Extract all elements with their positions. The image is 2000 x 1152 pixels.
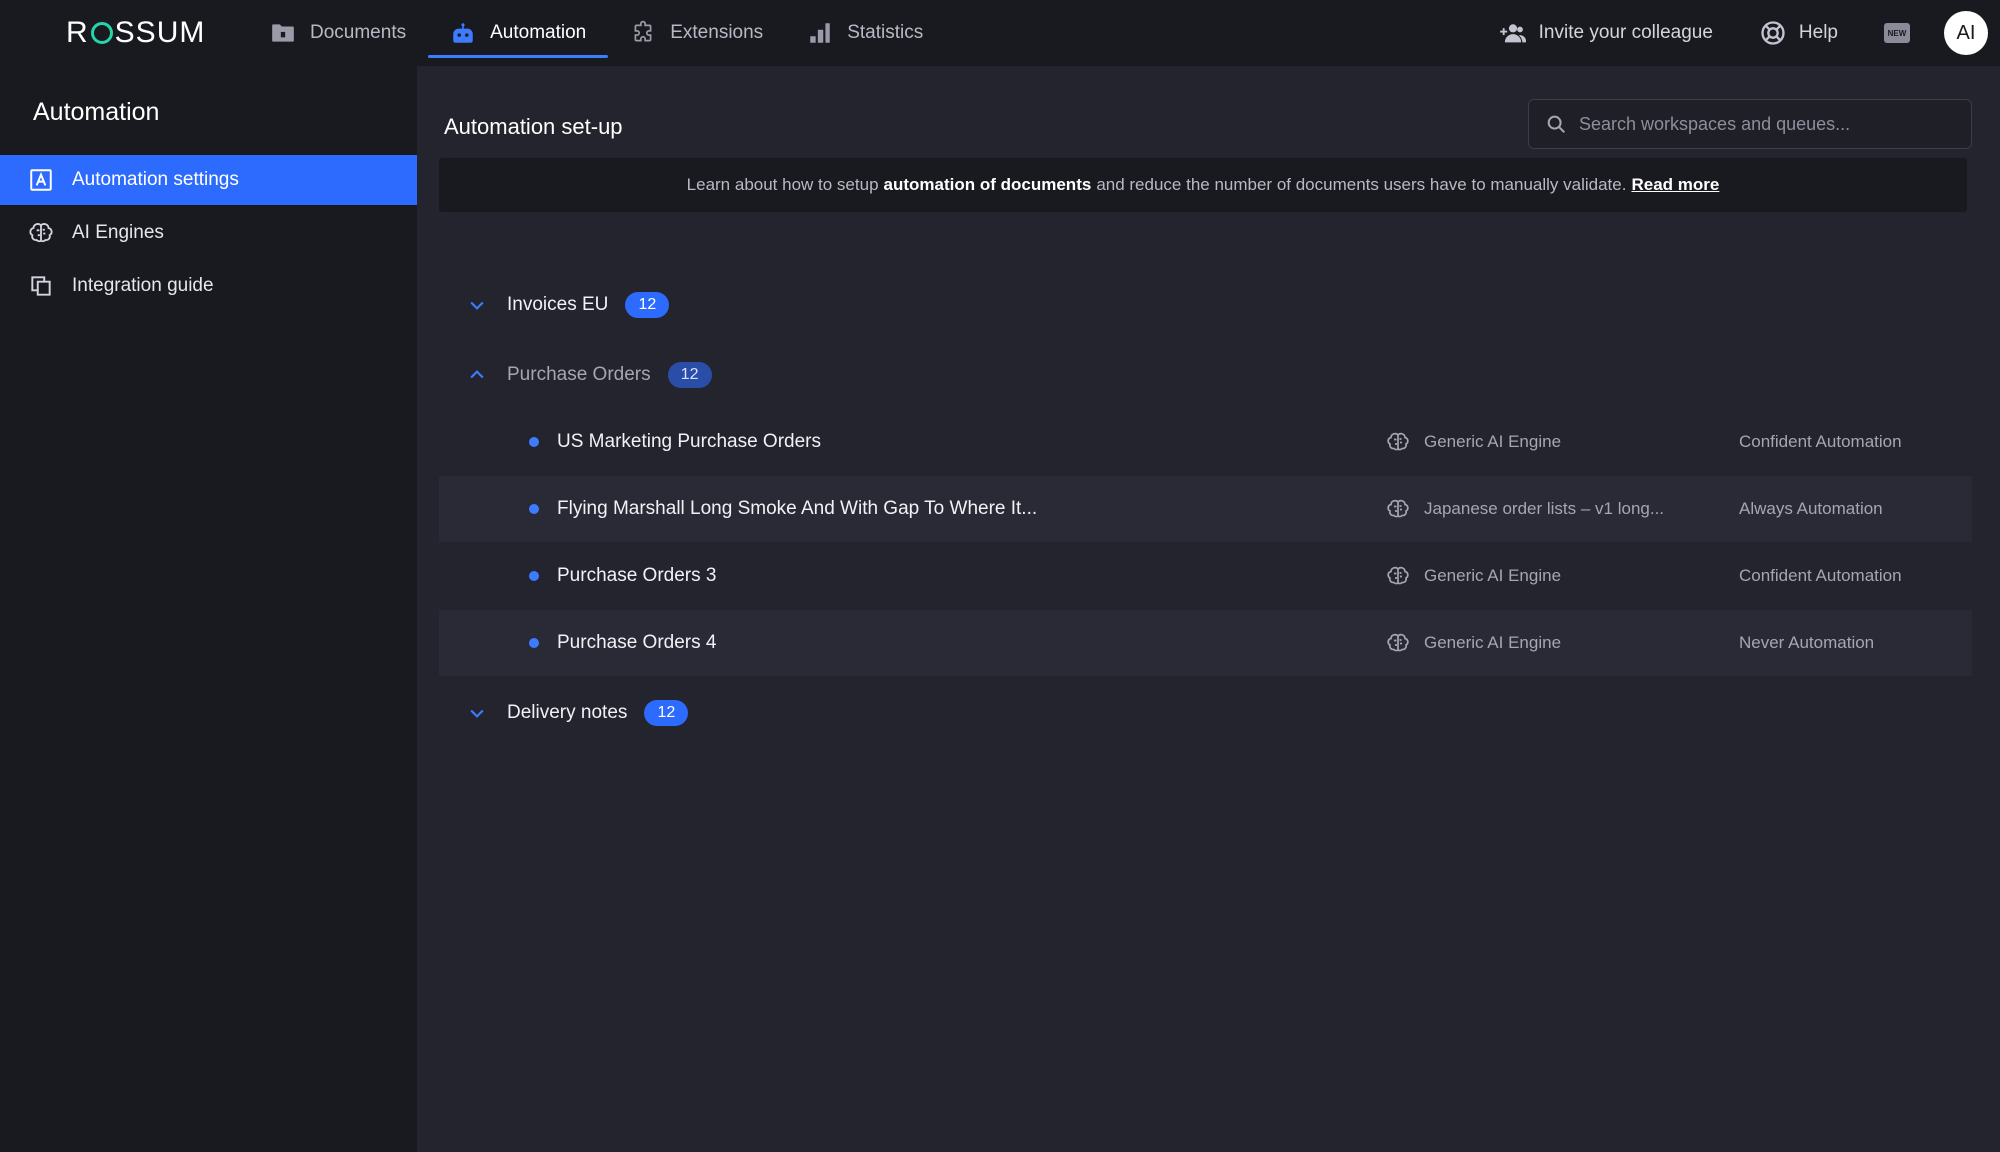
main-content: Automation set-up Learn about how to set… <box>417 66 2000 1152</box>
banner-text-after: and reduce the number of documents users… <box>1096 175 1627 194</box>
add-users-icon <box>1499 24 1526 43</box>
sidebar-item-label: Integration guide <box>72 275 214 296</box>
nav-extensions[interactable]: Extensions <box>608 0 785 66</box>
brain-icon <box>1387 633 1409 652</box>
search-input[interactable] <box>1579 113 1959 135</box>
brain-icon <box>1387 499 1409 518</box>
status-dot <box>529 638 539 648</box>
sidebar-item-label: AI Engines <box>72 222 164 243</box>
search-box <box>1528 99 1972 149</box>
search-icon <box>1547 115 1565 133</box>
group-name: Invoices EU <box>507 294 609 315</box>
nav-automation[interactable]: Automation <box>428 0 609 66</box>
automation-a-icon <box>30 169 52 191</box>
status-dot <box>529 504 539 514</box>
status-dot <box>529 437 539 447</box>
avatar-initials: AI <box>1956 21 1976 44</box>
banner-bold-text: automation of documents <box>883 175 1092 194</box>
engine-name: Japanese order lists – v1 long... <box>1424 499 1665 518</box>
lifebuoy-icon <box>1761 21 1785 45</box>
info-banner: Learn about how to setup automation of d… <box>439 158 1967 212</box>
nav-automation-label: Automation <box>490 22 587 43</box>
queue-row[interactable]: Purchase Orders 4 Generic AI Engine Neve… <box>439 610 1972 676</box>
queue-row[interactable]: Flying Marshall Long Smoke And With Gap … <box>439 476 1972 542</box>
brain-icon <box>29 223 53 243</box>
chevron-down-icon <box>470 709 484 718</box>
automation-mode: Confident Automation <box>1739 432 1902 451</box>
main-nav: Documents Automation Extensions Statisti… <box>248 0 945 66</box>
queue-name: Flying Marshall Long Smoke And With Gap … <box>557 498 1038 519</box>
invite-colleague-label: Invite your colleague <box>1538 22 1713 43</box>
nav-documents[interactable]: Documents <box>248 0 428 66</box>
sidebar-title: Automation <box>33 98 160 126</box>
queue-row[interactable]: US Marketing Purchase Orders Generic AI … <box>439 409 1972 475</box>
count-badge: 12 <box>644 700 689 726</box>
queue-engine: Japanese order lists – v1 long... <box>1386 497 1664 521</box>
group-invoices-eu[interactable]: Invoices EU 12 <box>467 285 670 325</box>
logo-text-left: R <box>66 16 89 49</box>
automation-mode: Always Automation <box>1739 499 1883 518</box>
invite-colleague-button[interactable]: Invite your colleague <box>1499 19 1713 47</box>
help-button[interactable]: Help <box>1759 19 1838 47</box>
brain-icon <box>1387 432 1409 451</box>
queue-name: Purchase Orders 3 <box>557 565 717 586</box>
group-purchase-orders[interactable]: Purchase Orders 12 <box>467 355 712 395</box>
sidebar-item-label: Automation settings <box>72 169 239 190</box>
read-more-link[interactable]: Read more <box>1631 175 1719 195</box>
count-badge: 12 <box>667 362 712 388</box>
rossum-logo[interactable]: R SSUM <box>66 14 205 52</box>
page-title: Automation set-up <box>444 114 623 139</box>
nav-extensions-label: Extensions <box>670 22 764 43</box>
top-bar: R SSUM Documents Automation Extensions S… <box>0 0 2000 66</box>
whats-new-button[interactable]: NEW <box>1884 23 1910 43</box>
sidebar: Automation Automation settings AI Engine… <box>0 66 417 1152</box>
puzzle-icon <box>634 20 652 42</box>
top-right-actions: Invite your colleague Help NEW AI <box>1499 0 2000 66</box>
engine-name: Generic AI Engine <box>1424 633 1562 652</box>
queue-engine: Generic AI Engine <box>1386 564 1561 588</box>
banner-text-before: Learn about how to setup <box>686 175 879 194</box>
sidebar-item-automation-settings[interactable]: Automation settings <box>0 155 417 205</box>
bar-chart-icon <box>810 23 830 43</box>
copy-document-icon <box>31 276 51 296</box>
queue-name: US Marketing Purchase Orders <box>557 431 821 452</box>
brain-icon <box>1387 566 1409 585</box>
group-delivery-notes[interactable]: Delivery notes 12 <box>467 693 689 733</box>
queue-name: Purchase Orders 4 <box>557 632 717 653</box>
user-avatar[interactable]: AI <box>1944 11 1988 55</box>
count-badge: 12 <box>625 292 670 318</box>
sidebar-item-integration-guide[interactable]: Integration guide <box>0 261 417 311</box>
status-dot <box>529 571 539 581</box>
logo-text-right: SSUM <box>114 16 206 49</box>
automation-mode: Confident Automation <box>1739 566 1902 585</box>
queue-row[interactable]: Purchase Orders 3 Generic AI Engine Conf… <box>439 543 1972 609</box>
new-badge-label: NEW <box>1887 28 1907 38</box>
queue-engine: Generic AI Engine <box>1386 631 1561 655</box>
chevron-down-icon <box>470 301 484 310</box>
robot-icon <box>453 23 473 43</box>
engine-name: Generic AI Engine <box>1424 566 1562 585</box>
nav-statistics[interactable]: Statistics <box>785 0 945 66</box>
nav-documents-label: Documents <box>310 22 407 43</box>
sidebar-item-ai-engines[interactable]: AI Engines <box>0 208 417 258</box>
folder-icon <box>272 24 294 42</box>
engine-name: Generic AI Engine <box>1424 432 1562 451</box>
automation-mode: Never Automation <box>1739 633 1875 652</box>
group-name: Delivery notes <box>507 702 628 723</box>
queue-engine: Generic AI Engine <box>1386 430 1561 454</box>
chevron-up-icon <box>470 370 484 379</box>
group-name: Purchase Orders <box>507 364 651 385</box>
nav-statistics-label: Statistics <box>847 22 924 43</box>
logo-o-ring-icon <box>90 22 113 44</box>
sidebar-list: Automation settings AI Engines Integrati… <box>0 155 417 314</box>
help-label: Help <box>1798 22 1838 43</box>
